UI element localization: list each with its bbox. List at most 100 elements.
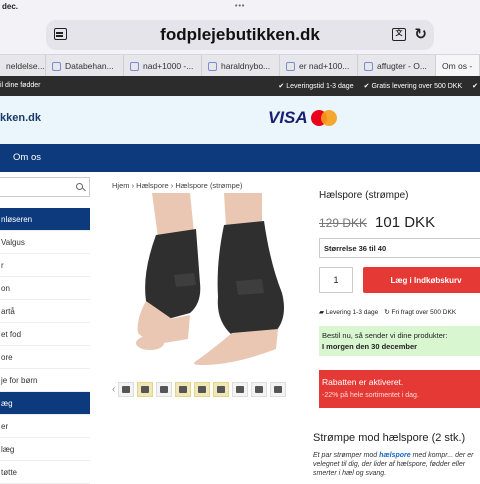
tab-label: Om os - bbox=[442, 61, 473, 71]
tab-label: haraldnybo... bbox=[221, 61, 271, 71]
product-thumbnail[interactable] bbox=[251, 382, 268, 397]
search-icon[interactable] bbox=[76, 183, 83, 190]
product-panel: Hælspore (strømpe) 129 DKK 101 DKK Størr… bbox=[319, 190, 480, 408]
sidebar-category-label: ore bbox=[1, 352, 13, 362]
sidebar-category[interactable]: er bbox=[0, 415, 90, 438]
sidebar-category[interactable]: je for børn bbox=[0, 369, 90, 392]
sidebar-category[interactable]: et fod bbox=[0, 323, 90, 346]
browser-tab[interactable]: neldelse... bbox=[0, 55, 46, 77]
add-to-cart-button[interactable]: Læg i Indkøbskurv bbox=[363, 267, 480, 293]
browser-tab[interactable]: haraldnybo... bbox=[202, 55, 280, 77]
status-date: dec. bbox=[2, 2, 19, 11]
check-icon: ✔ bbox=[278, 83, 285, 90]
sidebar-category-label: je for børn bbox=[1, 375, 38, 385]
product-thumbnail[interactable] bbox=[118, 382, 135, 397]
product-thumbnail[interactable] bbox=[194, 382, 211, 397]
tab-bar: neldelse... Databehan... nad+1000 -... h… bbox=[0, 54, 480, 77]
sidebar-category[interactable]: artå bbox=[0, 300, 90, 323]
sidebar-category-active[interactable]: æg bbox=[0, 392, 90, 415]
browser-tab[interactable]: er nad+100... bbox=[280, 55, 358, 77]
url-text[interactable]: fodplejebutikken.dk bbox=[160, 25, 320, 45]
address-bar-row: fodplejebutikken.dk 文 ↻ bbox=[0, 14, 480, 54]
product-thumbnail[interactable] bbox=[156, 382, 173, 397]
page-menu-icon[interactable] bbox=[54, 28, 67, 40]
tab-label: neldelse... bbox=[6, 61, 45, 71]
sidebar-category-label: nløseren bbox=[1, 214, 33, 224]
sidebar-category-label: Valgus bbox=[1, 237, 25, 247]
site-header: kken.dk VISA bbox=[0, 96, 480, 144]
tab-favicon-icon bbox=[364, 61, 373, 71]
sidebar-category[interactable]: tøtte bbox=[0, 461, 90, 484]
nav-item-om-os[interactable]: Om os bbox=[13, 152, 41, 163]
product-thumbnail[interactable] bbox=[232, 382, 249, 397]
tab-label: affugter - O... bbox=[377, 61, 427, 71]
product-thumbnail[interactable] bbox=[213, 382, 230, 397]
thumbnail-prev-icon[interactable]: ‹ bbox=[112, 382, 115, 397]
old-price: 129 DKK bbox=[319, 216, 368, 230]
sidebar-category[interactable]: ore bbox=[0, 346, 90, 369]
delivery-time-label: Levering 1-3 dage bbox=[325, 309, 379, 316]
translate-icon[interactable]: 文 bbox=[392, 28, 406, 41]
sidebar-category-label: er bbox=[1, 421, 9, 431]
free-shipping: ↻ Fri fragt over 500 DKK bbox=[384, 308, 456, 316]
promo-bar: il dine fødder ✔ Leveringstid 1-3 dage ✔ G… bbox=[0, 76, 480, 96]
sidebar-category-label: læg bbox=[1, 444, 15, 454]
price-row: 129 DKK 101 DKK bbox=[319, 214, 480, 231]
sidebar-category-label: r bbox=[1, 260, 4, 270]
size-select[interactable]: Størrelse 36 til 40 bbox=[319, 238, 480, 258]
multitask-dots[interactable]: ••• bbox=[235, 3, 245, 10]
product-image[interactable] bbox=[112, 193, 302, 367]
breadcrumb[interactable]: Hjem › Hælspore › Hælspore (strømpe) bbox=[112, 181, 242, 190]
mastercard-icon bbox=[311, 110, 337, 126]
sidebar-category[interactable]: Valgus bbox=[0, 231, 90, 254]
quantity-input[interactable]: 1 bbox=[319, 267, 353, 293]
description-text-1: Et par strømper mod bbox=[313, 452, 380, 459]
sidebar-category[interactable]: læg bbox=[0, 438, 90, 461]
order-deadline-line1: Bestil nu, så sender vi dine produkter: bbox=[322, 331, 448, 340]
browser-tab-active[interactable]: Om os - bbox=[436, 55, 480, 77]
tab-label: Databehan... bbox=[65, 61, 114, 71]
check-icon: ✔ bbox=[472, 83, 478, 90]
tab-favicon-icon bbox=[52, 61, 61, 71]
sidebar-category-label: on bbox=[1, 283, 10, 293]
tab-favicon-icon bbox=[130, 61, 139, 71]
refresh-icon: ↻ bbox=[384, 309, 390, 316]
tab-favicon-icon bbox=[208, 61, 217, 71]
free-shipping-label: Fri fragt over 500 DKK bbox=[391, 309, 457, 316]
tab-label: er nad+100... bbox=[299, 61, 350, 71]
tab-favicon-icon bbox=[286, 61, 295, 71]
truck-icon: ▰ bbox=[319, 309, 324, 316]
browser-tab[interactable]: affugter - O... bbox=[358, 55, 436, 77]
sidebar-category-label: tøtte bbox=[1, 467, 18, 477]
visa-logo: VISA bbox=[268, 108, 308, 127]
promo-usp: ✔ bbox=[472, 82, 480, 90]
order-deadline-line2: I morgen den 30 december bbox=[322, 342, 418, 351]
order-deadline-box: Bestil nu, så sender vi dine produkter: … bbox=[319, 326, 480, 356]
product-thumbnail[interactable] bbox=[175, 382, 192, 397]
discount-text: -22% på hele sortimentet i dag. bbox=[322, 392, 419, 399]
site-logo[interactable]: kken.dk bbox=[0, 112, 41, 124]
promo-usp: ✔ Gratis levering over 500 DKK bbox=[364, 82, 463, 90]
sidebar-category[interactable]: r bbox=[0, 254, 90, 277]
description-link[interactable]: hælspore bbox=[379, 452, 411, 459]
address-bar[interactable]: fodplejebutikken.dk 文 ↻ bbox=[46, 20, 434, 50]
promo-usp-list: ✔ Leveringstid 1-3 dage ✔ Gratis levering … bbox=[278, 82, 480, 90]
promo-text: il dine fødder bbox=[0, 82, 41, 89]
browser-tab[interactable]: Databehan... bbox=[46, 55, 124, 77]
product-thumbnail[interactable] bbox=[270, 382, 287, 397]
reload-icon[interactable]: ↻ bbox=[414, 25, 427, 43]
main-nav: Om os bbox=[0, 144, 480, 172]
check-icon: ✔ bbox=[363, 83, 370, 90]
browser-tab[interactable]: nad+1000 -... bbox=[124, 55, 202, 77]
sidebar-category-label: artå bbox=[1, 306, 15, 316]
product-thumbnail[interactable] bbox=[137, 382, 154, 397]
promo-usp: ✔ Leveringstid 1-3 dage bbox=[278, 82, 353, 90]
category-sidebar: nløseren Valgus r on artå et fod ore je … bbox=[0, 176, 90, 484]
product-title: Hælspore (strømpe) bbox=[319, 190, 409, 201]
sidebar-category[interactable]: nløseren bbox=[0, 208, 90, 231]
sidebar-category-label: æg bbox=[1, 398, 13, 408]
search-input[interactable] bbox=[0, 177, 90, 197]
discount-title: Rabatten er aktiveret. bbox=[322, 377, 404, 387]
sidebar-category-label: et fod bbox=[1, 329, 22, 339]
sidebar-category[interactable]: on bbox=[0, 277, 90, 300]
